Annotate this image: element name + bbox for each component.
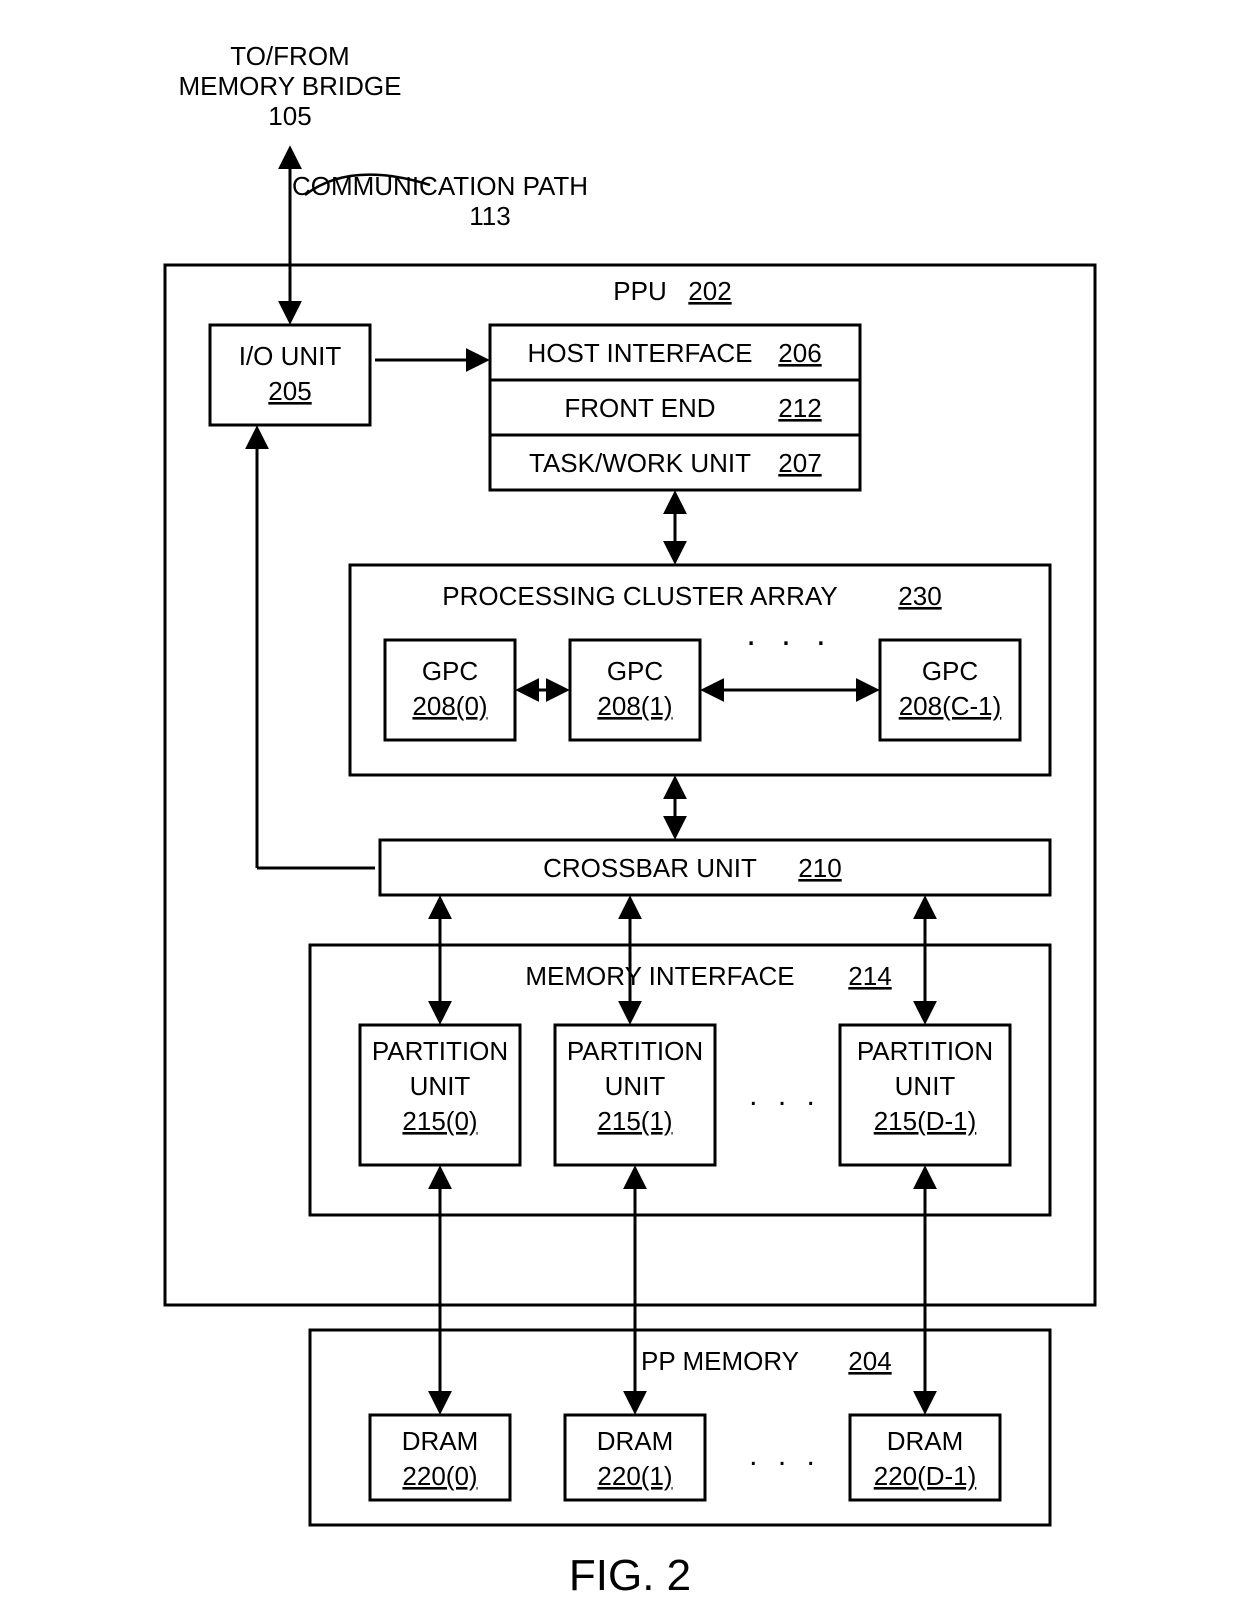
pca-id: 230	[898, 581, 941, 611]
pp-memory-label: PP MEMORY	[641, 1346, 799, 1376]
gpc0-box	[385, 640, 515, 740]
crossbar-label: CROSSBAR UNIT	[543, 853, 757, 883]
gpc0-label: GPC	[422, 656, 478, 686]
host-interface-id: 206	[778, 338, 821, 368]
mem-if-id: 214	[848, 961, 891, 991]
task-work-unit-label: TASK/WORK UNIT	[529, 448, 751, 478]
gpcC-label: GPC	[922, 656, 978, 686]
io-unit-box	[210, 325, 370, 425]
pu0-id: 215(0)	[402, 1106, 477, 1136]
pp-memory-id: 204	[848, 1346, 891, 1376]
comm-path-label-1: COMMUNICATION PATH	[292, 171, 588, 201]
gpcC-id: 208(C-1)	[899, 691, 1002, 721]
pca-label: PROCESSING CLUSTER ARRAY	[442, 581, 837, 611]
dram1-label: DRAM	[597, 1426, 674, 1456]
gpc0-id: 208(0)	[412, 691, 487, 721]
dramD-id: 220(D-1)	[874, 1461, 977, 1491]
top-text-line2: MEMORY BRIDGE	[179, 71, 402, 101]
ppu-id: 202	[688, 276, 731, 306]
ppu-label: PPU	[613, 276, 666, 306]
front-end-label: FRONT END	[564, 393, 715, 423]
gpc-dots: . . .	[746, 615, 833, 653]
dram0-label: DRAM	[402, 1426, 479, 1456]
gpc1-label: GPC	[607, 656, 663, 686]
dram-dots: . . .	[749, 1439, 821, 1472]
architecture-diagram: TO/FROM MEMORY BRIDGE 105 COMMUNICATION …	[0, 0, 1240, 1621]
puD-label1: PARTITION	[857, 1036, 993, 1066]
top-text-line1: TO/FROM	[230, 41, 349, 71]
figure-label: FIG. 2	[569, 1551, 691, 1600]
pu0-label2: UNIT	[410, 1071, 471, 1101]
crossbar-id: 210	[798, 853, 841, 883]
comm-path-label-2: 113	[469, 201, 510, 231]
dram0-id: 220(0)	[402, 1461, 477, 1491]
gpc1-id: 208(1)	[597, 691, 672, 721]
mem-if-label: MEMORY INTERFACE	[525, 961, 794, 991]
dram1-id: 220(1)	[597, 1461, 672, 1491]
task-work-unit-id: 207	[778, 448, 821, 478]
puD-id: 215(D-1)	[874, 1106, 977, 1136]
dramD-label: DRAM	[887, 1426, 964, 1456]
top-text-line3: 105	[268, 101, 311, 131]
puD-label2: UNIT	[895, 1071, 956, 1101]
io-unit-label: I/O UNIT	[239, 341, 342, 371]
pu1-id: 215(1)	[597, 1106, 672, 1136]
gpc1-box	[570, 640, 700, 740]
gpcC-box	[880, 640, 1020, 740]
pu-dots: . . .	[749, 1079, 821, 1112]
pu1-label2: UNIT	[605, 1071, 666, 1101]
front-end-id: 212	[778, 393, 821, 423]
host-interface-label: HOST INTERFACE	[528, 338, 753, 368]
io-unit-id: 205	[268, 376, 311, 406]
pu0-label1: PARTITION	[372, 1036, 508, 1066]
pu1-label1: PARTITION	[567, 1036, 703, 1066]
